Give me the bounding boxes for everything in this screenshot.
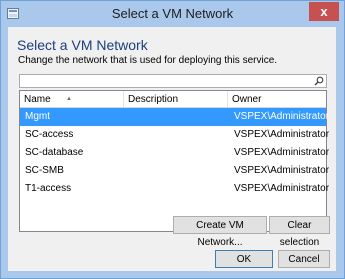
- column-label-owner: Owner: [232, 94, 262, 105]
- cell-name: SC-database: [25, 147, 84, 158]
- page-title: Select a VM Network: [17, 37, 148, 53]
- table-row[interactable]: SC-SMB VSPEX\Administrator: [20, 162, 330, 180]
- cell-owner: VSPEX\Administrator: [234, 147, 330, 158]
- cell-name: Mgmt: [25, 111, 50, 122]
- cell-name: SC-SMB: [25, 165, 64, 176]
- dialog-window: Select a VM Network x Select a VM Networ…: [0, 0, 345, 279]
- column-label-description: Description: [128, 94, 179, 105]
- table-row[interactable]: SC-database VSPEX\Administrator: [20, 144, 330, 162]
- ok-button[interactable]: OK: [215, 250, 273, 268]
- cell-owner: VSPEX\Administrator: [234, 183, 330, 194]
- close-button[interactable]: x: [309, 2, 339, 21]
- close-icon: x: [320, 4, 328, 19]
- cell-owner: VSPEX\Administrator: [234, 165, 330, 176]
- vm-network-table: Name ▲ Description Owner Mgmt VSPEX\Admi…: [19, 90, 330, 232]
- create-vm-network-button[interactable]: Create VM Network...: [173, 216, 267, 248]
- table-row[interactable]: Mgmt VSPEX\Administrator: [20, 108, 330, 126]
- table-header: Name ▲ Description Owner: [20, 91, 326, 108]
- sort-ascending-icon: ▲: [66, 96, 72, 102]
- column-label-name: Name: [24, 94, 51, 105]
- table-row[interactable]: SC-access VSPEX\Administrator: [20, 126, 330, 144]
- window-title: Select a VM Network: [111, 6, 234, 21]
- page-description: Change the network that is used for depl…: [18, 55, 278, 66]
- table-row[interactable]: T1-access VSPEX\Administrator: [20, 180, 330, 198]
- dialog-content: Select a VM Network Change the network t…: [8, 27, 336, 271]
- clear-selection-button[interactable]: Clear selection: [269, 216, 330, 248]
- search-input[interactable]: [19, 74, 327, 88]
- column-header-description[interactable]: Description: [124, 91, 228, 107]
- cancel-button[interactable]: Cancel: [278, 250, 330, 268]
- cell-owner: VSPEX\Administrator: [234, 129, 330, 140]
- column-header-owner[interactable]: Owner: [228, 91, 326, 107]
- cell-name: T1-access: [25, 183, 72, 194]
- cell-name: SC-access: [25, 129, 74, 140]
- cell-owner: VSPEX\Administrator: [234, 111, 330, 122]
- title-bar[interactable]: Select a VM Network x: [1, 1, 344, 27]
- search-icon[interactable]: [314, 76, 324, 86]
- column-header-name[interactable]: Name ▲: [20, 91, 124, 107]
